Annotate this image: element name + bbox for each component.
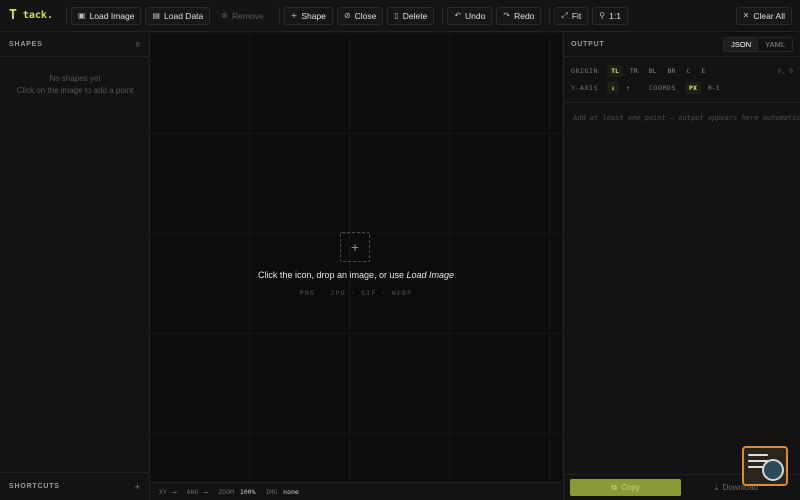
fit-icon: ⤢ bbox=[561, 10, 568, 20]
output-text-area[interactable]: Add at least one point — output appears … bbox=[564, 102, 800, 474]
shapes-title: SHAPES bbox=[9, 41, 43, 48]
undo-icon: ↶ bbox=[454, 11, 462, 20]
shapes-sidebar: SHAPES 0 No shapes yet Click on the imag… bbox=[0, 33, 150, 500]
search-icon: ⚲ bbox=[599, 11, 606, 20]
axis-row: Y-AXIS ↓ ↑ COORDS PX 0-1 bbox=[571, 82, 724, 94]
shapes-empty-message: No shapes yet bbox=[49, 74, 101, 83]
zoom-actual-label: 1:1 bbox=[609, 10, 621, 21]
remove-button[interactable]: ⊗ Remove bbox=[214, 7, 270, 25]
shapes-header: SHAPES 0 bbox=[0, 33, 149, 57]
output-placeholder: Add at least one point — output appears … bbox=[573, 114, 800, 122]
app-logo: T tack. bbox=[0, 9, 62, 22]
zoom-label: ZOOM bbox=[218, 487, 234, 496]
yaxis-up[interactable]: ↑ bbox=[622, 82, 634, 94]
toolbar-divider bbox=[549, 6, 551, 25]
yaxis-label: Y-AXIS bbox=[571, 84, 599, 92]
shape-label: Shape bbox=[301, 10, 326, 21]
shape-button[interactable]: + Shape bbox=[283, 6, 333, 25]
expand-icon: + bbox=[134, 481, 140, 492]
copy-icon: ⧉ bbox=[611, 482, 618, 492]
delete-label: Delete bbox=[402, 10, 428, 21]
origin-row: ORIGIN TL TR BL BR C E bbox=[571, 65, 709, 77]
image-canvas[interactable]: + Click the icon, drop an image, or use … bbox=[150, 33, 562, 482]
supported-formats: PNG · JPG · GIF · WEBP bbox=[299, 289, 413, 297]
redo-button[interactable]: ↷ Redo bbox=[496, 6, 542, 25]
toolbar-divider bbox=[442, 6, 444, 25]
top-toolbar: T tack. ▣ Load Image ▤ Load Data ⊗ Remov… bbox=[0, 0, 800, 32]
delete-button[interactable]: ▯ Delete bbox=[387, 6, 435, 25]
redo-label: Redo bbox=[514, 10, 535, 21]
logo-mark: T bbox=[9, 8, 17, 23]
output-header: OUTPUT JSON YAML bbox=[564, 33, 800, 57]
clear-all-label: Clear All bbox=[753, 10, 785, 21]
load-data-button[interactable]: ▤ Load Data bbox=[145, 6, 211, 25]
app-name: tack. bbox=[22, 10, 53, 21]
magnifier-icon bbox=[762, 459, 784, 481]
plus-icon: + bbox=[290, 11, 298, 20]
copy-label: Copy bbox=[621, 483, 640, 492]
download-icon: ⤓ bbox=[715, 482, 719, 492]
load-image-label: Load Image bbox=[89, 10, 135, 21]
zoom-value: 100% bbox=[239, 487, 256, 496]
add-image-icon[interactable]: + bbox=[340, 232, 370, 262]
image-icon: ▣ bbox=[78, 11, 86, 20]
xy-label: XY bbox=[159, 487, 167, 496]
remove-icon: ⊗ bbox=[221, 11, 228, 20]
shortcuts-toggle[interactable]: SHORTCUTS + bbox=[0, 472, 149, 500]
load-image-button[interactable]: ▣ Load Image bbox=[71, 6, 142, 25]
output-panel: OUTPUT JSON YAML ORIGIN TL TR BL BR C E … bbox=[563, 33, 800, 500]
coords-label: COORDS bbox=[648, 84, 677, 92]
load-data-label: Load Data bbox=[164, 10, 204, 21]
angle-label: ANG bbox=[186, 487, 199, 496]
xy-value: — bbox=[172, 487, 177, 496]
origin-br[interactable]: BR bbox=[664, 65, 680, 77]
format-tabs: JSON YAML bbox=[723, 37, 793, 52]
inspector-widget-icon[interactable] bbox=[742, 446, 788, 486]
origin-label: ORIGIN bbox=[571, 67, 599, 75]
status-xy: XY — bbox=[159, 488, 177, 496]
close-icon: ✕ bbox=[742, 11, 750, 20]
status-angle: ANG — bbox=[187, 488, 209, 496]
redo-icon: ↷ bbox=[503, 11, 511, 20]
coords-px[interactable]: PX bbox=[685, 82, 701, 94]
trash-icon: ▯ bbox=[394, 11, 399, 20]
shapes-empty-hint: Click on the image to add a point bbox=[16, 86, 134, 95]
fit-button[interactable]: ⤢ Fit bbox=[554, 6, 589, 25]
tab-yaml[interactable]: YAML bbox=[758, 38, 792, 51]
yaxis-down[interactable]: ↓ bbox=[607, 82, 620, 94]
undo-button[interactable]: ↶ Undo bbox=[447, 6, 493, 25]
origin-c[interactable]: C bbox=[682, 65, 694, 77]
clear-all-button[interactable]: ✕ Clear All bbox=[735, 6, 792, 25]
remove-label: Remove bbox=[231, 10, 264, 21]
tab-json[interactable]: JSON bbox=[724, 38, 759, 51]
link-icon: ⊘ bbox=[343, 11, 351, 20]
close-shape-button[interactable]: ⊘ Close bbox=[336, 6, 384, 25]
origin-bl[interactable]: BL bbox=[645, 65, 661, 77]
status-zoom: ZOOM 100% bbox=[218, 488, 255, 496]
image-value: none bbox=[283, 487, 299, 496]
copy-button[interactable]: ⧉ Copy bbox=[570, 479, 681, 496]
fit-label: Fit bbox=[571, 10, 582, 21]
angle-value: — bbox=[204, 487, 209, 496]
point-count: 0, 0 bbox=[777, 67, 793, 75]
origin-tl[interactable]: TL bbox=[607, 65, 623, 77]
data-icon: ▤ bbox=[152, 11, 161, 20]
coords-normalized[interactable]: 0-1 bbox=[704, 82, 724, 94]
close-label: Close bbox=[354, 10, 377, 21]
shortcuts-title: SHORTCUTS bbox=[9, 483, 60, 490]
zoom-actual-button[interactable]: ⚲ 1:1 bbox=[592, 6, 628, 25]
drop-instructions: Click the icon, drop an image, or use Lo… bbox=[150, 270, 562, 280]
origin-tr[interactable]: TR bbox=[626, 65, 642, 77]
output-title: OUTPUT bbox=[571, 41, 605, 48]
toolbar-divider bbox=[66, 6, 67, 25]
undo-label: Undo bbox=[465, 10, 486, 21]
toolbar-divider bbox=[278, 6, 280, 25]
image-label: IMG bbox=[265, 487, 278, 496]
status-bar: XY — ANG — ZOOM 100% IMG none bbox=[150, 482, 562, 500]
drop-text-prefix: Click the icon, drop an image, or use bbox=[257, 270, 407, 280]
status-image: IMG none bbox=[266, 488, 299, 496]
load-image-link[interactable]: Load Image bbox=[407, 270, 455, 280]
shapes-count: 0 bbox=[135, 40, 140, 49]
origin-e[interactable]: E bbox=[697, 65, 709, 77]
